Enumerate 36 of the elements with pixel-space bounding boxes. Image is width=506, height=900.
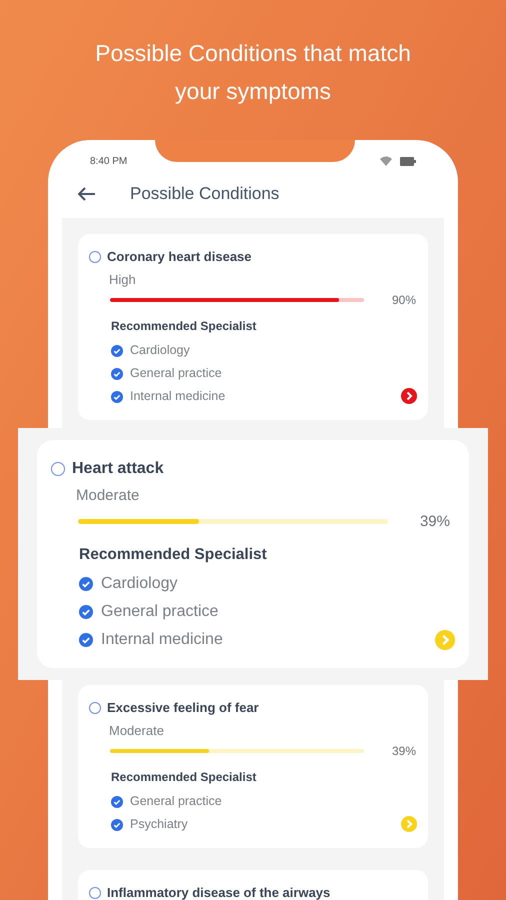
- specialist-name: Internal medicine: [101, 630, 223, 650]
- screen-title: Possible Conditions: [130, 183, 280, 206]
- specialist-name: Cardiology: [101, 574, 178, 594]
- probability-percent: 39%: [390, 743, 416, 760]
- condition-name: Heart attack: [72, 459, 164, 479]
- specialist-heading: Recommended Specialist: [111, 318, 258, 335]
- condition-card[interactable]: Inflammatory disease of the airways: [78, 870, 428, 900]
- battery-icon: [400, 156, 416, 166]
- specialist-name: General practice: [130, 365, 222, 382]
- probability-percent: 90%: [390, 292, 416, 309]
- specialist-name: General practice: [130, 793, 222, 810]
- select-radio[interactable]: [51, 462, 65, 476]
- condition-name: Coronary heart disease: [107, 248, 252, 266]
- condition-name: Excessive feeling of fear: [107, 699, 259, 718]
- probability-percent: 39%: [418, 512, 450, 532]
- specialist-name: Cardiology: [130, 342, 190, 360]
- specialist-heading: Recommended Specialist: [79, 545, 268, 565]
- severity-label: Moderate: [76, 486, 140, 506]
- severity-label: Moderate: [109, 722, 165, 740]
- select-radio[interactable]: [89, 250, 101, 263]
- condition-card[interactable]: Excessive feeling of fear Moderate 39% Recommended Specialist General practice Psychiatry: [78, 685, 428, 848]
- specialist-name: Internal medicine: [130, 388, 226, 406]
- specialist-name: General practice: [101, 602, 218, 622]
- headline: Possible Conditions that match your symptoms: [94, 39, 412, 106]
- condition-name: Inflammatory disease of the airways: [107, 884, 330, 900]
- select-radio[interactable]: [89, 887, 101, 899]
- wifi-icon: [380, 156, 392, 166]
- condition-card[interactable]: Coronary heart disease High 90% Recommended Specialist Cardiology General practice Internal medicine: [78, 234, 428, 420]
- specialist-name: Psychiatry: [130, 816, 188, 834]
- condition-card[interactable]: Heart attack Moderate 39% Recommended Specialist Cardiology General practice Internal medicine: [37, 440, 469, 668]
- select-radio[interactable]: [89, 702, 101, 714]
- status-time: 8:40 PM: [90, 154, 128, 168]
- severity-label: High: [109, 270, 137, 289]
- chevron-right-icon[interactable]: [401, 388, 417, 404]
- back-arrow-icon[interactable]: [78, 187, 96, 201]
- specialist-heading: Recommended Specialist: [111, 769, 258, 786]
